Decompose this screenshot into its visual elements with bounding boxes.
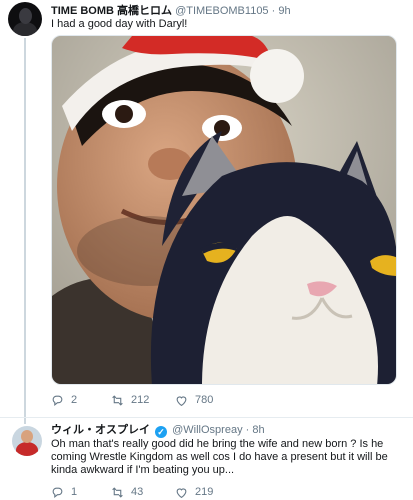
tweet-photo[interactable]	[51, 35, 397, 385]
reply-icon	[52, 487, 63, 498]
display-name[interactable]: ウィル・オスプレイ	[51, 424, 150, 436]
timestamp[interactable]: 9h	[278, 5, 290, 17]
reply-icon	[52, 395, 63, 406]
reply-button[interactable]: 2	[51, 393, 77, 407]
tweet[interactable]: ウィル・オスプレイ ✓ @WillOspreay · 8h Oh man tha…	[0, 417, 413, 500]
user-handle[interactable]: @TIMEBOMB1105	[175, 5, 269, 17]
user-handle[interactable]: @WillOspreay	[172, 424, 242, 436]
reply-button[interactable]: 1	[51, 485, 77, 499]
tweet-text: I had a good day with Daryl!	[51, 18, 188, 30]
tweet[interactable]: TIME BOMB 高橋ヒロム @TIMEBOMB1105 · 9h I had…	[0, 0, 413, 417]
tweet-header: TIME BOMB 高橋ヒロム @TIMEBOMB1105 · 9h	[51, 4, 291, 18]
thread-connector	[24, 418, 26, 424]
timestamp[interactable]: 8h	[252, 424, 264, 436]
retweet-button[interactable]: 43	[111, 485, 143, 499]
heart-icon	[176, 395, 187, 406]
like-count: 219	[195, 486, 214, 498]
retweet-count: 212	[131, 394, 150, 406]
tweet-header: ウィル・オスプレイ ✓ @WillOspreay · 8h	[51, 423, 265, 438]
separator: ·	[245, 424, 250, 436]
heart-icon	[176, 487, 187, 498]
retweet-icon	[112, 394, 123, 406]
retweet-count: 43	[131, 486, 144, 498]
avatar[interactable]	[12, 426, 42, 456]
verified-badge-icon: ✓	[155, 426, 168, 438]
like-button[interactable]: 780	[175, 393, 213, 407]
retweet-button[interactable]: 212	[111, 393, 149, 407]
selfie-with-plush-cat-image	[52, 36, 396, 384]
tweet-text: Oh man that's really good did he bring t…	[51, 438, 388, 476]
like-count: 780	[195, 394, 214, 406]
retweet-icon	[112, 486, 123, 498]
like-button[interactable]: 219	[175, 485, 213, 499]
avatar[interactable]	[8, 2, 42, 36]
reply-count: 1	[71, 486, 78, 498]
display-name[interactable]: TIME BOMB 高橋ヒロム	[51, 5, 172, 17]
reply-count: 2	[71, 394, 78, 406]
separator: ·	[271, 5, 276, 17]
thread-connector	[24, 38, 26, 417]
